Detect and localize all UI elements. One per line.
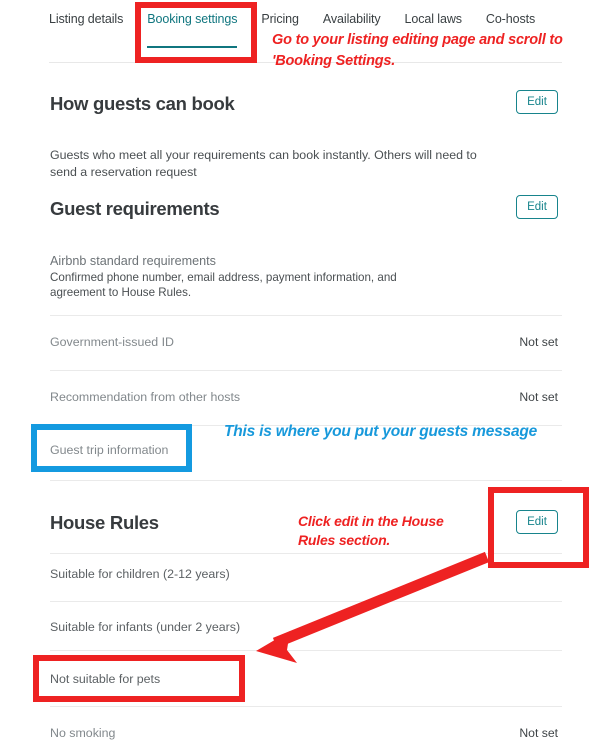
tab-listing-details[interactable]: Listing details [49, 11, 137, 27]
row-divider [50, 706, 562, 707]
tab-list: Listing details Booking settings Pricing… [49, 11, 559, 48]
requirement-row-guest-trip-information-label[interactable]: Guest trip information [50, 442, 168, 458]
row-divider [50, 601, 562, 602]
screenshot-root: Listing details Booking settings Pricing… [0, 0, 612, 750]
house-rule-row-pets-label: Not suitable for pets [50, 672, 161, 686]
requirement-row-recommendation-value: Not set [519, 390, 558, 404]
tab-label: Pricing [261, 12, 299, 26]
section-title-guest-requirements: Guest requirements [50, 198, 220, 219]
row-divider [50, 650, 562, 651]
house-rule-row-children-label: Suitable for children (2-12 years) [50, 567, 230, 581]
house-rule-row-no-smoking-label: No smoking [50, 726, 116, 740]
row-divider [50, 315, 562, 316]
tab-label: Co-hosts [485, 12, 536, 26]
tab-pricing[interactable]: Pricing [261, 11, 313, 27]
requirement-row-government-id-value: Not set [519, 335, 558, 349]
tab-label: Booking settings [147, 12, 238, 26]
house-rule-row-no-smoking-value: Not set [519, 726, 558, 740]
section-title-house-rules: House Rules [50, 512, 159, 533]
tab-label: Availability [322, 12, 381, 26]
standard-requirements-title: Airbnb standard requirements [50, 254, 216, 268]
tab-co-hosts[interactable]: Co-hosts [486, 11, 549, 27]
how-guests-can-book-description: Guests who meet all your requirements ca… [50, 148, 477, 179]
edit-button-guest-requirements[interactable]: Edit [516, 195, 558, 219]
tab-booking-settings[interactable]: Booking settings [147, 11, 251, 48]
tab-availability[interactable]: Availability [323, 11, 395, 27]
standard-requirements-description: Confirmed phone number, email address, p… [50, 271, 397, 299]
requirement-row-recommendation-label: Recommendation from other hosts [50, 390, 241, 404]
requirement-row-government-id-label: Government-issued ID [50, 335, 174, 349]
row-divider [50, 553, 562, 554]
tab-label: Local laws [404, 12, 462, 26]
annotation-text-top-note: Go to your listing editing page and scro… [272, 32, 563, 69]
edit-button-how-guests-can-book[interactable]: Edit [516, 90, 558, 114]
row-divider [50, 370, 562, 371]
tab-label: Listing details [49, 12, 124, 26]
section-title-how-guests-can-book: How guests can book [50, 93, 235, 114]
tab-local-laws[interactable]: Local laws [405, 11, 476, 27]
active-tab-underline [147, 45, 238, 48]
edit-button-house-rules[interactable]: Edit [516, 510, 558, 534]
annotation-text-house-rules-note: Click edit in the House Rules section. [298, 513, 444, 548]
annotation-text-guest-trip-note: This is where you put your guests messag… [224, 423, 538, 440]
house-rule-row-infants-label: Suitable for infants (under 2 years) [50, 620, 241, 634]
row-divider [50, 480, 562, 481]
